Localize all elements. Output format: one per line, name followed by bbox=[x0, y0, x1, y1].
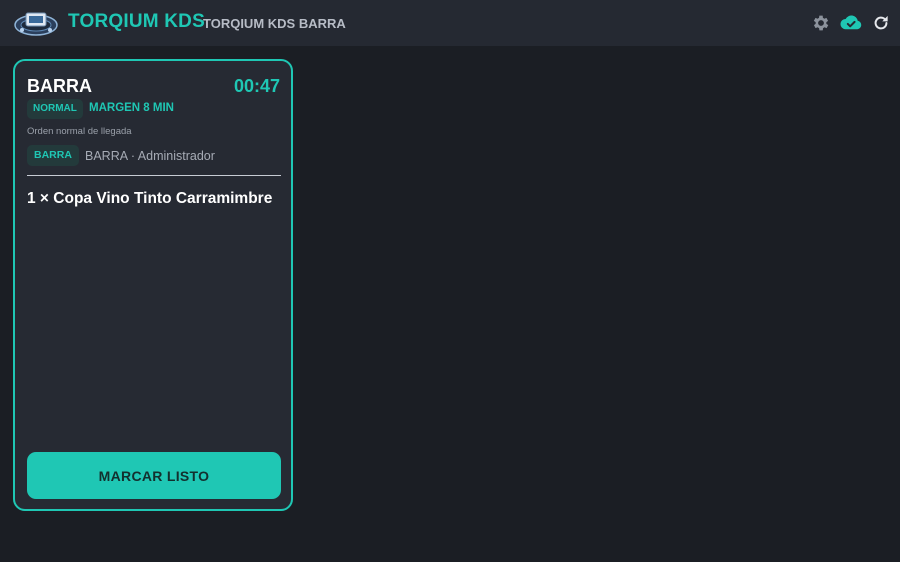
divider bbox=[27, 175, 281, 176]
cloud-check-icon[interactable] bbox=[840, 13, 862, 33]
torqium-logo-icon bbox=[14, 12, 58, 36]
priority-badge: NORMAL bbox=[27, 99, 83, 119]
top-bar: TORQIUM KDS TORQIUM KDS BARRA bbox=[0, 0, 900, 46]
settings-icon[interactable] bbox=[811, 13, 831, 33]
order-station-title: BARRA bbox=[27, 76, 92, 96]
refresh-icon[interactable] bbox=[871, 13, 891, 33]
order-card: BARRA 00:47 NORMAL MARGEN 8 MIN Orden no… bbox=[13, 59, 293, 511]
mark-ready-button[interactable]: MARCAR LISTO bbox=[27, 452, 281, 499]
margin-label: MARGEN 8 MIN bbox=[89, 102, 174, 114]
station-user-label: BARRA · Administrador bbox=[85, 149, 215, 163]
station-subtitle: TORQIUM KDS BARRA bbox=[203, 16, 346, 31]
app-title: TORQIUM KDS bbox=[68, 11, 205, 32]
order-timer: 00:47 bbox=[233, 76, 280, 96]
station-badge: BARRA bbox=[27, 145, 79, 166]
order-note: Orden normal de llegada bbox=[27, 126, 132, 137]
order-item: 1 × Copa Vino Tinto Carramimbre bbox=[27, 190, 273, 207]
